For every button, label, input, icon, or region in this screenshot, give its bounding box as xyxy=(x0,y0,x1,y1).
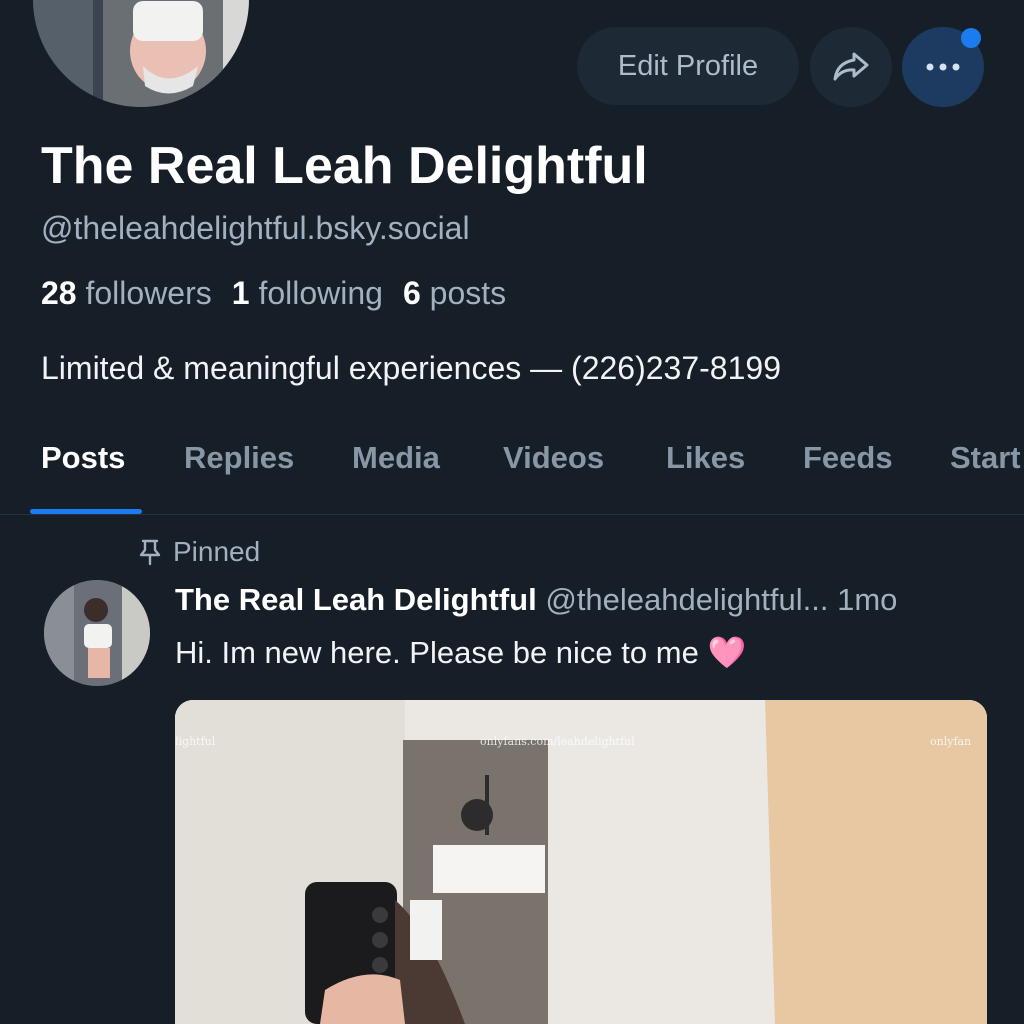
profile-avatar-photo xyxy=(33,0,249,107)
profile-avatar[interactable] xyxy=(30,0,252,110)
profile-stats: 28 followers 1 following 6 posts xyxy=(41,275,506,312)
active-tab-indicator xyxy=(30,509,142,514)
edit-profile-button[interactable]: Edit Profile xyxy=(577,27,799,105)
image-watermark: lightful xyxy=(175,735,216,748)
display-name: The Real Leah Delightful xyxy=(41,137,648,195)
notification-dot xyxy=(961,28,981,48)
share-button[interactable] xyxy=(810,27,892,107)
post-timestamp[interactable]: 1mo xyxy=(837,582,897,617)
following-count: 1 xyxy=(231,275,250,311)
following-label: following xyxy=(258,275,383,311)
post-image[interactable]: lightful onlyfans.com/leahdelightful onl… xyxy=(175,700,987,1024)
pinned-indicator: Pinned xyxy=(137,536,260,568)
posts-stat: 6 posts xyxy=(403,275,506,312)
tab-replies[interactable]: Replies xyxy=(184,440,294,476)
pin-icon xyxy=(139,539,161,566)
ellipsis-icon xyxy=(926,63,960,71)
followers-count: 28 xyxy=(41,275,77,311)
post-author-handle[interactable]: @theleahdelightful... xyxy=(545,582,828,617)
image-watermark: onlyfans.com/leahdelightful xyxy=(480,735,635,748)
profile-tabs: Posts Replies Media Videos Likes Feeds S… xyxy=(0,420,1024,515)
followers-label: followers xyxy=(85,275,212,311)
post-text-content: Hi. Im new here. Please be nice to me xyxy=(175,635,699,670)
tab-media[interactable]: Media xyxy=(352,440,440,476)
posts-label: posts xyxy=(429,275,507,311)
post-author-avatar[interactable] xyxy=(44,580,150,686)
tab-videos[interactable]: Videos xyxy=(503,440,604,476)
pinned-label: Pinned xyxy=(173,536,261,567)
post-author-avatar-photo xyxy=(44,580,150,686)
profile-bio: Limited & meaningful experiences — (226)… xyxy=(41,350,781,386)
post-header: The Real Leah Delightful @theleahdelight… xyxy=(175,582,1005,618)
tab-feeds[interactable]: Feeds xyxy=(803,440,893,476)
following-stat[interactable]: 1 following xyxy=(232,275,383,312)
image-watermark: onlyfan xyxy=(930,735,972,748)
post-image-photo xyxy=(175,700,987,1024)
post-author-name[interactable]: The Real Leah Delightful xyxy=(175,582,537,617)
share-arrow-icon xyxy=(833,52,869,81)
followers-stat[interactable]: 28 followers xyxy=(41,275,212,312)
tab-posts[interactable]: Posts xyxy=(41,440,125,476)
posts-count: 6 xyxy=(402,275,421,311)
tab-starter-packs[interactable]: Start xyxy=(950,440,1021,476)
tab-likes[interactable]: Likes xyxy=(666,440,745,476)
post-text: Hi. Im new here. Please be nice to me 🩷 xyxy=(175,634,746,671)
heart-emoji: 🩷 xyxy=(707,635,747,670)
profile-handle: @theleahdelightful.bsky.social xyxy=(41,210,470,246)
